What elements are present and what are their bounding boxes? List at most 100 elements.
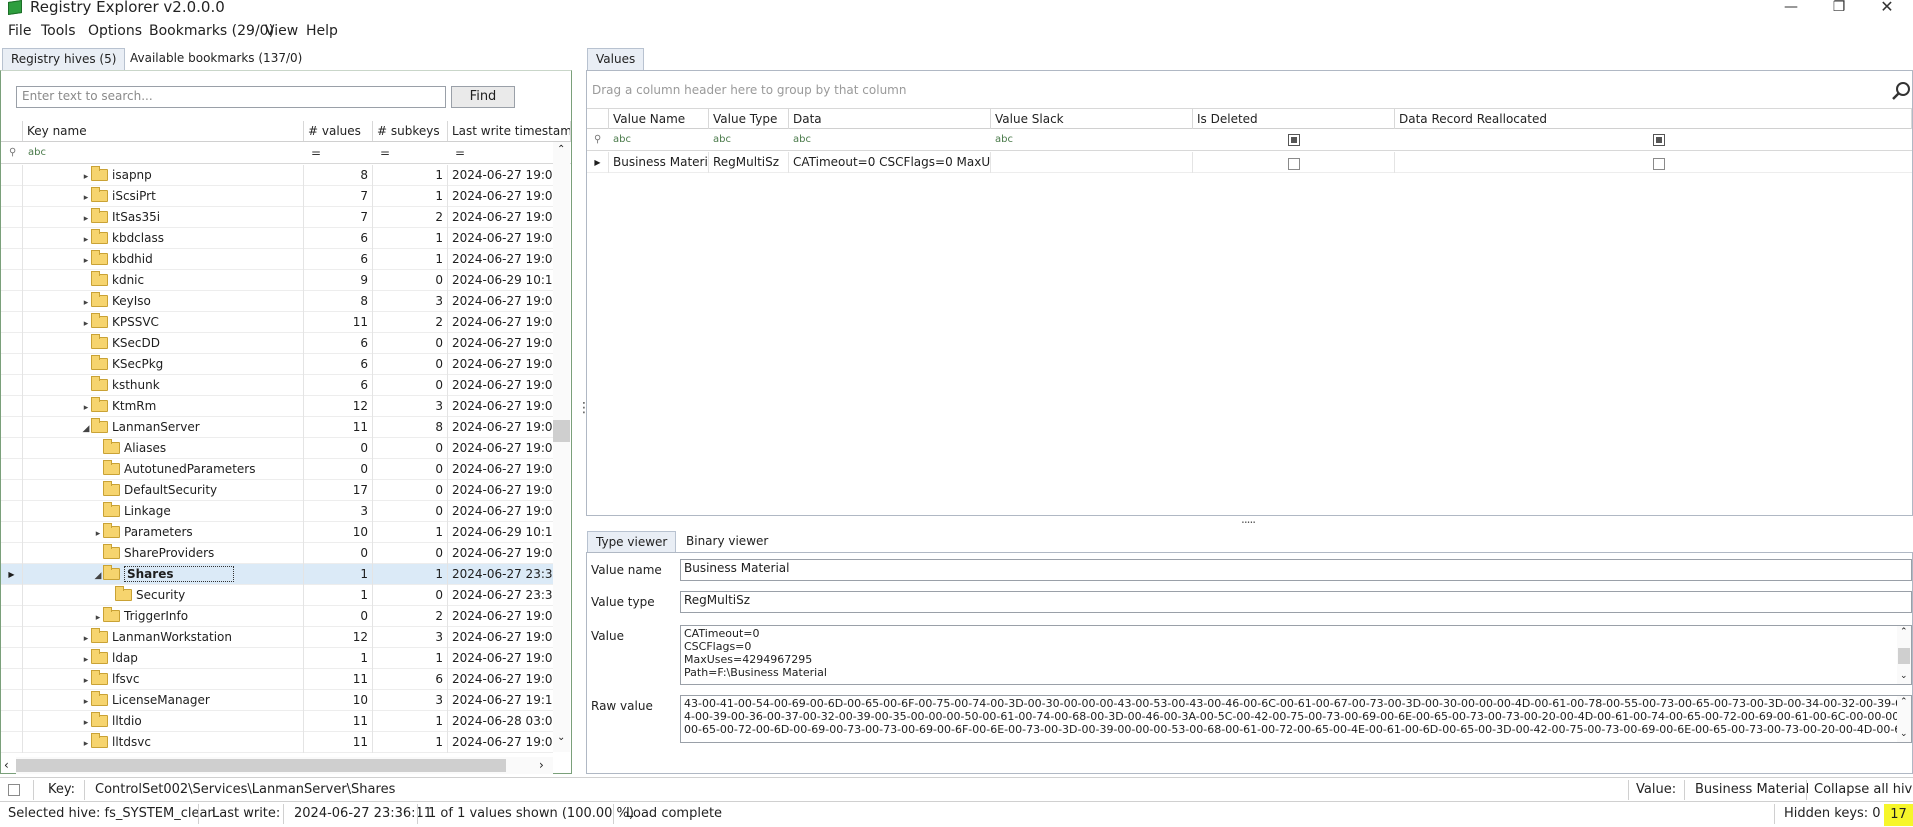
expand-arrow-icon[interactable]: ▸	[81, 398, 91, 417]
key-subkeys-cell[interactable]: 0	[373, 501, 448, 522]
key-values-cell[interactable]: 11	[304, 669, 373, 690]
key-grid-hscrollbar[interactable]: ‹ ›	[4, 757, 553, 774]
key-row[interactable]: ▸ lltdsvc 11 1 2024-06-27 19:05:	[1, 732, 553, 753]
key-row[interactable]: KSecPkg 6 0 2024-06-27 19:05:	[1, 354, 553, 375]
key-row[interactable]: Security 1 0 2024-06-27 23:36:	[1, 585, 553, 606]
key-row[interactable]: ▸ isapnp 8 1 2024-06-27 19:05:	[1, 165, 553, 186]
key-row[interactable]: ▸ KtmRm 12 3 2024-06-27 19:05:	[1, 396, 553, 417]
key-name-cell[interactable]: ksthunk	[23, 375, 304, 396]
key-subkeys-cell[interactable]: 1	[373, 186, 448, 207]
key-name-cell[interactable]: ▸ Parameters	[23, 522, 304, 543]
value-scroll-thumb[interactable]	[1898, 648, 1910, 664]
key-row[interactable]: ▸ LicenseManager 10 3 2024-06-27 19:13:	[1, 690, 553, 711]
col-last-write[interactable]: Last write timestamp	[448, 121, 571, 141]
expand-arrow-icon[interactable]: ▸	[81, 734, 91, 753]
key-timestamp-cell[interactable]: 2024-06-29 10:14:	[448, 270, 553, 291]
key-name-cell[interactable]: Linkage	[23, 501, 304, 522]
tab-registry-hives[interactable]: Registry hives (5)	[2, 48, 126, 70]
is-deleted-checkbox[interactable]	[1288, 158, 1300, 170]
key-values-cell[interactable]: 11	[304, 732, 373, 753]
key-row[interactable]: ◢ LanmanServer 11 8 2024-06-27 19:05:	[1, 417, 553, 438]
key-timestamp-cell[interactable]: 2024-06-27 23:36:	[448, 585, 553, 606]
key-timestamp-cell[interactable]: 2024-06-28 03:06:	[448, 711, 553, 732]
key-values-cell[interactable]: 6	[304, 333, 373, 354]
key-timestamp-cell[interactable]: 2024-06-27 19:05:	[448, 291, 553, 312]
key-row[interactable]: ▸ lfsvc 11 6 2024-06-27 19:05:	[1, 669, 553, 690]
key-values-cell[interactable]: 11	[304, 312, 373, 333]
key-values-cell[interactable]: 0	[304, 606, 373, 627]
key-timestamp-cell[interactable]: 2024-06-27 19:05:	[448, 396, 553, 417]
key-timestamp-cell[interactable]: 2024-06-27 19:05:	[448, 501, 553, 522]
key-values-cell[interactable]: 6	[304, 228, 373, 249]
col-is-deleted[interactable]: Is Deleted	[1193, 109, 1395, 129]
key-name-cell[interactable]: ▸ LicenseManager	[23, 690, 304, 711]
key-name-cell[interactable]: ▸ KtmRm	[23, 396, 304, 417]
filter-value-slack[interactable]: abc	[995, 130, 1013, 150]
key-name-cell[interactable]: KSecDD	[23, 333, 304, 354]
key-timestamp-cell[interactable]: 2024-06-27 19:05:	[448, 186, 553, 207]
key-timestamp-cell[interactable]: 2024-06-27 19:05:	[448, 354, 553, 375]
key-timestamp-cell[interactable]: 2024-06-27 19:05:	[448, 312, 553, 333]
scroll-down-icon[interactable]: ⌄	[557, 732, 565, 743]
key-path[interactable]: ControlSet002\Services\LanmanServer\Shar…	[95, 782, 395, 797]
key-timestamp-cell[interactable]: 2024-06-27 19:05:	[448, 438, 553, 459]
col-data[interactable]: Data	[789, 109, 991, 129]
key-values-cell[interactable]: 0	[304, 543, 373, 564]
menu-options[interactable]: Options	[88, 23, 142, 39]
expand-arrow-icon[interactable]: ▸	[93, 524, 103, 543]
key-row[interactable]: DefaultSecurity 17 0 2024-06-27 19:05:	[1, 480, 553, 501]
key-name-cell[interactable]: ▸ isapnp	[23, 165, 304, 186]
col-value-name[interactable]: Value Name	[609, 109, 709, 129]
key-timestamp-cell[interactable]: 2024-06-27 19:05:	[448, 543, 553, 564]
raw-scroll-down-icon[interactable]: ⌄	[1900, 728, 1908, 741]
filter-value-name[interactable]: abc	[613, 130, 631, 150]
expand-arrow-icon[interactable]: ▸	[81, 671, 91, 690]
key-name-cell[interactable]: ▸ ldap	[23, 648, 304, 669]
key-subkeys-cell[interactable]: 2	[373, 207, 448, 228]
key-row[interactable]: KSecDD 6 0 2024-06-27 19:05:	[1, 333, 553, 354]
find-button[interactable]: Find	[451, 86, 515, 108]
key-row[interactable]: ksthunk 6 0 2024-06-27 19:05:	[1, 375, 553, 396]
value-data-cell[interactable]: CATimeout=0 CSCFlags=0 MaxUs...	[789, 152, 991, 173]
collapse-arrow-icon[interactable]: ◢	[81, 419, 91, 438]
key-row[interactable]: ▸ TriggerInfo 0 2 2024-06-27 19:05:	[1, 606, 553, 627]
expand-arrow-icon[interactable]: ▸	[81, 713, 91, 732]
key-values-cell[interactable]: 1	[304, 585, 373, 606]
value-scroll-up-icon[interactable]: ⌃	[1900, 626, 1908, 639]
key-name-cell[interactable]: ◢ Shares	[23, 564, 304, 585]
key-subkeys-cell[interactable]: 1	[373, 711, 448, 732]
key-name-cell[interactable]: ▸ iScsiPrt	[23, 186, 304, 207]
key-values-cell[interactable]: 9	[304, 270, 373, 291]
key-row[interactable]: ▸ ldap 1 1 2024-06-27 19:05:	[1, 648, 553, 669]
key-row[interactable]: ▸ kbdhid 6 1 2024-06-27 19:05:	[1, 249, 553, 270]
col-values[interactable]: # values	[304, 121, 373, 141]
value-type-cell[interactable]: RegMultiSz	[709, 152, 789, 173]
value-field-scrollbar[interactable]: ⌃ ⌄	[1897, 626, 1911, 684]
filter-reallocated-checkbox[interactable]	[1653, 134, 1665, 149]
key-values-cell[interactable]: 6	[304, 249, 373, 270]
menu-tools[interactable]: Tools	[41, 23, 76, 39]
filter-key-name[interactable]: abc	[28, 143, 46, 163]
tab-type-viewer[interactable]: Type viewer	[587, 531, 677, 553]
key-timestamp-cell[interactable]: 2024-06-27 19:05:	[448, 228, 553, 249]
key-values-cell[interactable]: 10	[304, 690, 373, 711]
key-values-cell[interactable]: 3	[304, 501, 373, 522]
filter-values[interactable]: =	[311, 143, 321, 163]
key-timestamp-cell[interactable]: 2024-06-27 19:05:	[448, 417, 553, 438]
key-subkeys-cell[interactable]: 3	[373, 396, 448, 417]
col-subkeys[interactable]: # subkeys	[373, 121, 448, 141]
key-subkeys-cell[interactable]: 0	[373, 438, 448, 459]
key-timestamp-cell[interactable]: 2024-06-27 19:05:	[448, 606, 553, 627]
key-grid-vscrollbar[interactable]: ⌃ ⌄	[553, 142, 570, 752]
key-name-cell[interactable]: ▸ lfsvc	[23, 669, 304, 690]
raw-value-field[interactable]: 43-00-41-00-54-00-69-00-6D-00-65-00-6F-0…	[680, 695, 1912, 743]
key-values-cell[interactable]: 7	[304, 207, 373, 228]
key-subkeys-cell[interactable]: 0	[373, 354, 448, 375]
expand-arrow-icon[interactable]: ▸	[81, 692, 91, 711]
key-name-cell[interactable]: kdnic	[23, 270, 304, 291]
key-values-cell[interactable]: 12	[304, 396, 373, 417]
key-name-cell[interactable]: DefaultSecurity	[23, 480, 304, 501]
value-type-field[interactable]: RegMultiSz	[680, 591, 1912, 613]
key-row[interactable]: ▸ kbdclass 6 1 2024-06-27 19:05:	[1, 228, 553, 249]
filter-subkeys[interactable]: =	[380, 143, 390, 163]
